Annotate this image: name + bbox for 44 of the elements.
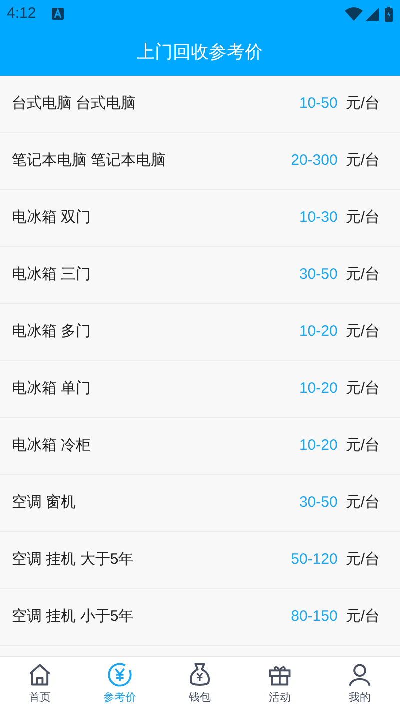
price-unit: 元/台 xyxy=(346,606,380,627)
price-range: 50-120 xyxy=(291,550,338,570)
price-unit: 元/台 xyxy=(346,322,380,342)
yen-coin-icon xyxy=(107,662,133,688)
price-range: 30-50 xyxy=(299,492,338,513)
page-title: 上门回收参考价 xyxy=(137,40,263,64)
price-unit: 元/台 xyxy=(346,550,380,570)
price-unit: 元/台 xyxy=(346,208,380,228)
price-unit: 元/台 xyxy=(346,150,380,171)
wifi-icon xyxy=(345,7,363,21)
price-range: 10-20 xyxy=(299,322,338,342)
nav-tab[interactable]: 首页 xyxy=(0,657,80,712)
item-name: 空调 挂机 小于5年 xyxy=(12,606,135,627)
user-icon xyxy=(347,662,373,688)
home-icon xyxy=(27,662,53,688)
item-name: 电冰箱 双门 xyxy=(12,208,92,228)
price-range: 10-30 xyxy=(299,208,338,228)
item-name: 空调 挂机 大于5年 xyxy=(12,550,135,570)
price-unit: 元/台 xyxy=(346,492,380,513)
item-name: 空调 窗机 xyxy=(12,492,78,513)
price-range: 20-300 xyxy=(291,150,338,171)
nav-tab[interactable]: 活动 xyxy=(240,657,320,712)
nav-tab[interactable]: 钱包 xyxy=(160,657,240,712)
price-unit: 元/台 xyxy=(346,94,380,114)
item-name: 电冰箱 冷柜 xyxy=(12,436,92,456)
price-range: 10-50 xyxy=(299,94,338,114)
battery-icon xyxy=(385,6,393,22)
item-name: 电冰箱 单门 xyxy=(12,378,92,399)
price-range: 10-20 xyxy=(299,436,338,456)
notification-icon xyxy=(52,8,64,20)
nav-tab[interactable]: 我的 xyxy=(320,657,400,712)
status-time: 4:12 xyxy=(7,4,36,24)
price-unit: 元/台 xyxy=(346,264,380,285)
price-unit: 元/台 xyxy=(346,378,380,399)
signal-icon xyxy=(366,8,379,20)
item-name: 笔记本电脑 笔记本电脑 xyxy=(12,150,168,171)
price-range: 80-150 xyxy=(291,606,338,627)
price-range: 10-20 xyxy=(299,378,338,399)
item-name: 电冰箱 三门 xyxy=(12,264,92,285)
price-unit: 元/台 xyxy=(346,436,380,456)
money-bag-icon xyxy=(187,662,213,688)
item-name: 台式电脑 台式电脑 xyxy=(12,94,138,114)
price-range: 30-50 xyxy=(299,264,338,285)
item-name: 电冰箱 多门 xyxy=(12,322,92,342)
